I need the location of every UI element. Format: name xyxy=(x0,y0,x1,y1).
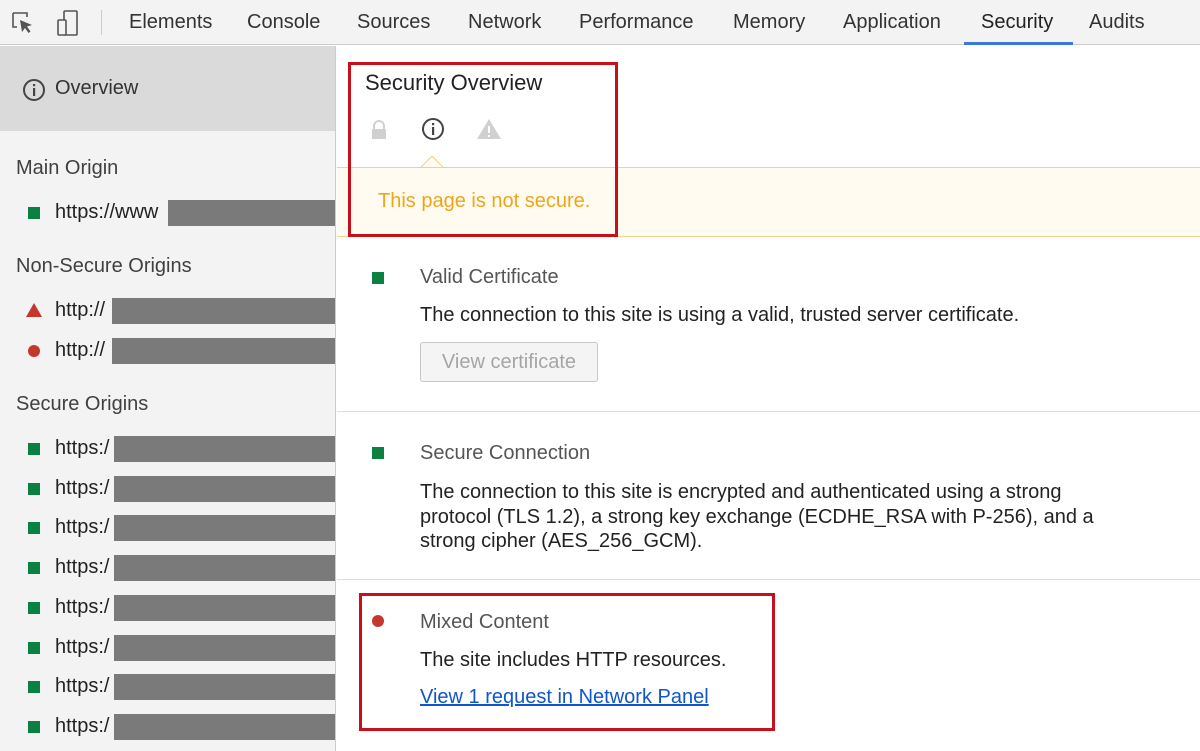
view-in-network-panel-link[interactable]: View 1 request in Network Panel xyxy=(420,686,709,709)
secure-origins-header: Secure Origins xyxy=(16,393,149,415)
sidebar-item-overview[interactable]: Overview xyxy=(0,46,335,131)
sidebar-item-secure-origin[interactable]: https:/ xyxy=(0,592,335,624)
secure-square-icon xyxy=(28,483,40,495)
redacted-block xyxy=(114,595,335,621)
origin-url: https:/ xyxy=(55,437,110,459)
devtools-toolbar: Elements Console Sources Network Perform… xyxy=(0,0,1200,45)
redacted-block xyxy=(114,674,335,700)
secure-square-icon xyxy=(28,681,40,693)
security-sidebar: Overview Main Origin https://www Non-Sec… xyxy=(0,46,336,751)
redacted-block xyxy=(114,635,335,661)
page-title: Security Overview xyxy=(365,70,543,95)
tab-audits[interactable]: Audits xyxy=(1089,0,1145,45)
info-icon xyxy=(422,118,444,140)
connection-description: The connection to this site is encrypted… xyxy=(420,481,1094,552)
tab-console[interactable]: Console xyxy=(247,0,320,45)
insecure-dot-icon xyxy=(372,615,384,627)
secure-square-icon xyxy=(28,443,40,455)
sidebar-item-secure-origin[interactable]: https:/ xyxy=(0,632,335,664)
redacted-block xyxy=(114,714,335,740)
info-icon xyxy=(23,79,45,101)
origin-url: https:/ xyxy=(55,556,110,578)
redacted-block xyxy=(114,436,335,462)
secure-square-icon xyxy=(28,562,40,574)
tab-performance[interactable]: Performance xyxy=(579,0,694,45)
sidebar-overview-label: Overview xyxy=(55,77,139,99)
secure-square-icon xyxy=(28,602,40,614)
insecure-dot-icon xyxy=(28,345,40,357)
redacted-block xyxy=(114,476,335,502)
sidebar-item-secure-origin[interactable]: https:/ xyxy=(0,671,335,703)
banner-pointer xyxy=(421,156,443,167)
main-origin-header: Main Origin xyxy=(16,157,119,179)
sidebar-item-secure-origin[interactable]: https:/ xyxy=(0,512,335,544)
mixed-content-title: Mixed Content xyxy=(420,611,549,633)
warning-triangle-icon xyxy=(26,303,42,317)
redacted-block xyxy=(112,298,335,324)
tab-application[interactable]: Application xyxy=(843,0,941,45)
secure-square-icon xyxy=(28,721,40,733)
certificate-title: Valid Certificate xyxy=(420,266,559,288)
origin-url: https:/ xyxy=(55,715,110,737)
secure-square-icon xyxy=(28,207,40,219)
certificate-description: The connection to this site is using a v… xyxy=(420,304,1020,326)
redacted-block xyxy=(114,515,335,541)
tab-security[interactable]: Security xyxy=(981,0,1053,45)
tab-memory[interactable]: Memory xyxy=(733,0,805,45)
sidebar-item-main-origin[interactable]: https://www xyxy=(0,197,335,229)
origin-url: https:/ xyxy=(55,596,110,618)
connection-title: Secure Connection xyxy=(420,442,591,464)
inspect-element-icon[interactable] xyxy=(8,8,38,38)
device-toolbar-icon[interactable] xyxy=(52,8,82,38)
tab-elements[interactable]: Elements xyxy=(129,0,212,45)
redacted-block xyxy=(168,200,335,226)
origin-url: https:/ xyxy=(55,516,110,538)
secure-square-icon xyxy=(372,447,384,459)
active-tab-indicator xyxy=(964,42,1073,45)
sidebar-item-non-secure-origin[interactable]: http:// xyxy=(0,295,335,327)
mixed-content-description: The site includes HTTP resources. xyxy=(420,649,727,671)
redacted-block xyxy=(112,338,335,364)
security-status-banner: This page is not secure. xyxy=(337,167,1200,237)
origin-url: http:// xyxy=(55,299,106,321)
security-status-text: This page is not secure. xyxy=(378,190,591,212)
sidebar-item-secure-origin[interactable]: https:/ xyxy=(0,473,335,505)
origin-url: http:// xyxy=(55,339,106,361)
warning-icon xyxy=(477,119,501,139)
tab-network[interactable]: Network xyxy=(468,0,541,45)
security-main-panel: Security Overview This page is not secur… xyxy=(337,46,1200,751)
sidebar-item-secure-origin[interactable]: https:/ xyxy=(0,711,335,743)
redacted-block xyxy=(114,555,335,581)
view-certificate-button[interactable]: View certificate xyxy=(420,342,598,382)
non-secure-origins-header: Non-Secure Origins xyxy=(16,255,192,277)
origin-url: https:/ xyxy=(55,477,110,499)
sidebar-item-non-secure-origin[interactable]: http:// xyxy=(0,335,335,367)
secure-square-icon xyxy=(28,642,40,654)
secure-square-icon xyxy=(372,272,384,284)
sidebar-item-secure-origin[interactable]: https:/ xyxy=(0,433,335,465)
tab-sources[interactable]: Sources xyxy=(357,0,430,45)
toolbar-divider xyxy=(101,10,102,35)
lock-icon xyxy=(372,120,386,139)
sidebar-item-secure-origin[interactable]: https:/ xyxy=(0,552,335,584)
origin-url: https://www xyxy=(55,201,159,223)
secure-square-icon xyxy=(28,522,40,534)
origin-url: https:/ xyxy=(55,675,110,697)
origin-url: https:/ xyxy=(55,636,110,658)
